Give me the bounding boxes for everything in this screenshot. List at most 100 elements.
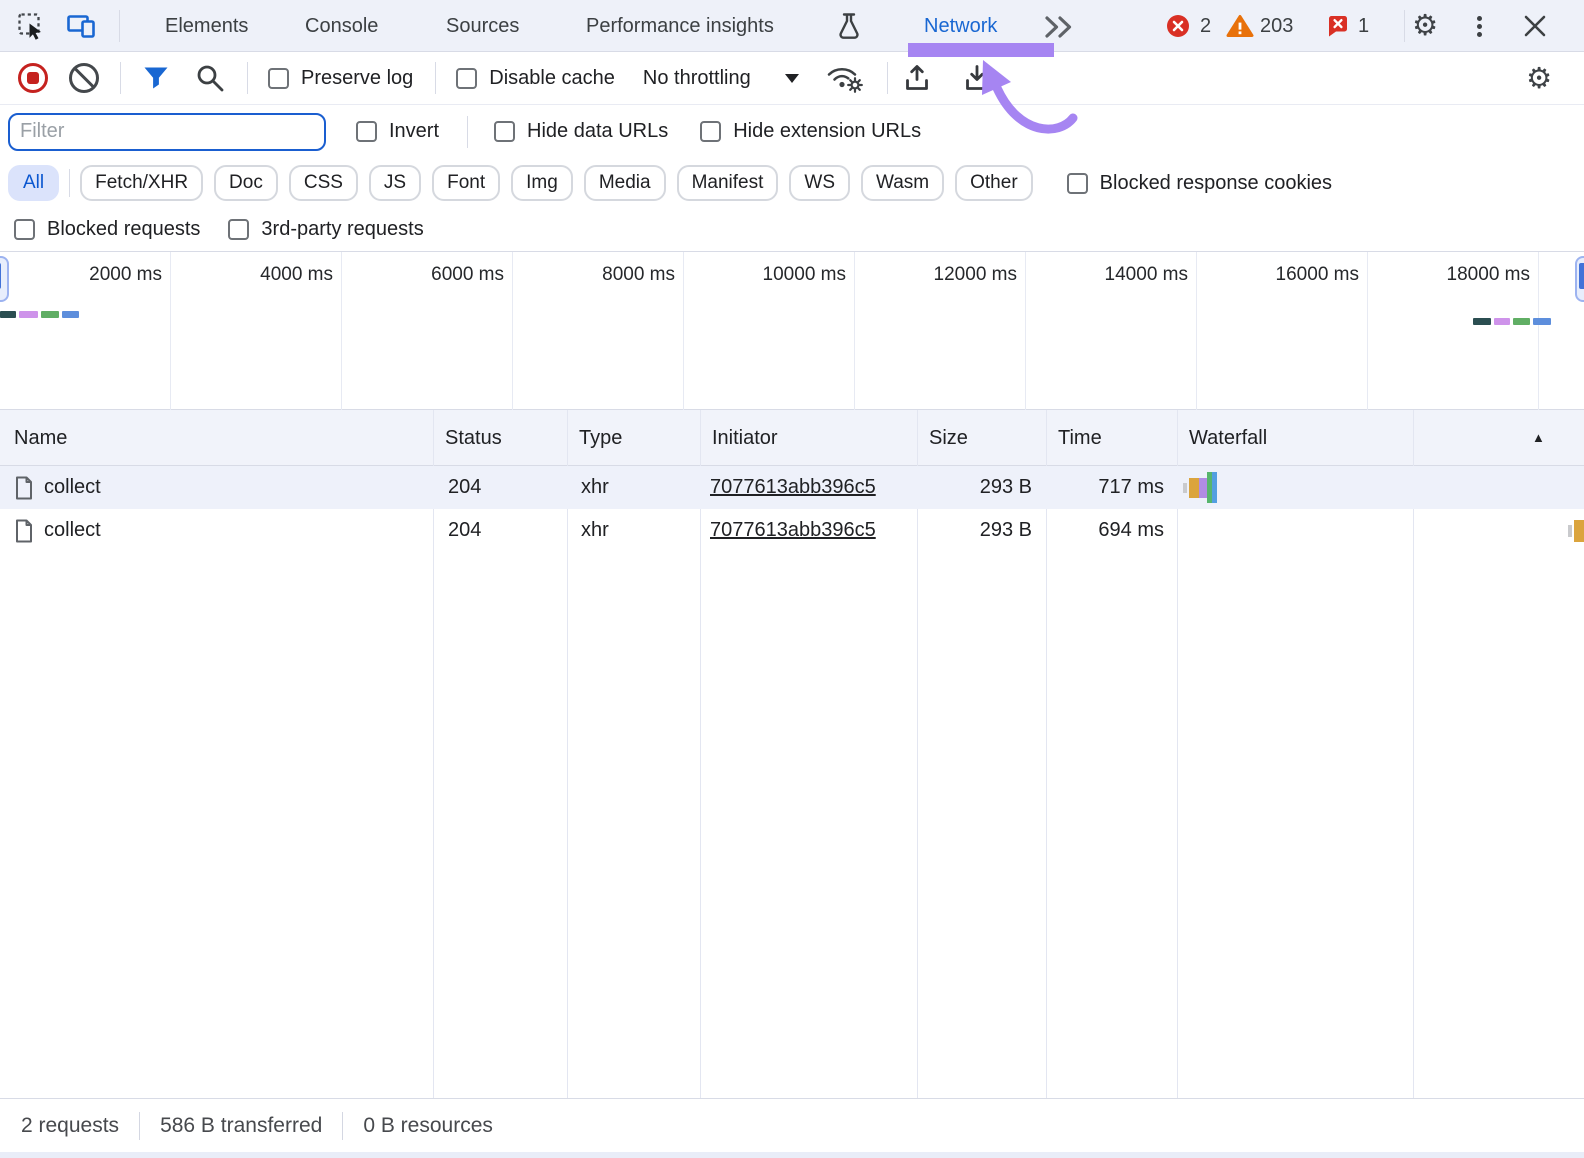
overview-bar [1494,318,1510,325]
grid-line [1196,252,1197,410]
invert-checkbox[interactable] [356,121,377,142]
blocked-requests-checkbox[interactable] [14,219,35,240]
filter-chip-font[interactable]: Font [432,165,501,201]
filter-chip-img[interactable]: Img [511,165,573,201]
request-name[interactable]: collect [44,509,101,552]
blocked-response-cookies-checkbox[interactable] [1066,172,1088,194]
grid-line [512,252,513,410]
filter-input[interactable] [8,112,326,151]
overview-bar [1473,318,1491,325]
devtools-window: Elements Console Sources Performance ins… [0,0,1584,1158]
request-name[interactable]: collect [44,466,101,509]
grid-line [170,252,171,410]
sort-ascending-icon[interactable]: ▲ [1532,410,1545,466]
waterfall-bar [1568,525,1572,537]
network-overview-timeline[interactable]: 2000 ms 4000 ms 6000 ms 8000 ms 10000 ms… [0,252,1584,410]
device-toolbar-icon[interactable] [66,11,98,41]
tab-sources[interactable]: Sources [446,0,519,52]
more-tabs-chevron-icon[interactable] [1043,14,1077,40]
close-icon[interactable] [1522,13,1548,39]
clear-network-log-icon[interactable] [69,63,99,93]
column-header-status[interactable]: Status [445,410,502,466]
search-icon[interactable] [195,63,225,93]
blocked-response-cookies-label: Blocked response cookies [1099,171,1333,194]
filter-chip-js[interactable]: JS [368,165,422,201]
error-badge-icon[interactable] [1166,14,1190,38]
warning-count[interactable]: 203 [1260,0,1293,52]
network-conditions-icon[interactable] [825,61,867,95]
timeline-tick-label: 18000 ms [1446,264,1530,285]
request-time: 694 ms [1098,519,1164,541]
overview-bar [0,311,16,318]
kebab-menu-icon[interactable] [1477,13,1482,40]
request-size: 293 B [979,519,1032,541]
overview-left-handle[interactable] [0,256,9,302]
filter-chip-other[interactable]: Other [955,165,1033,201]
divider [886,62,888,94]
column-header-type[interactable]: Type [579,410,622,466]
column-header-initiator[interactable]: Initiator [712,410,778,466]
column-header-name[interactable]: Name [14,410,67,466]
hide-extension-urls-label: Hide extension URLs [733,120,922,142]
timeline-tick-label: 8000 ms [602,264,675,285]
column-header-size[interactable]: Size [929,410,968,466]
request-initiator-link[interactable]: 7077613abb396c5 [710,466,876,509]
divider [139,1111,141,1140]
divider [120,62,121,94]
timeline-tick-label: 2000 ms [89,264,162,285]
network-settings-gear-icon[interactable]: ⚙ [1526,64,1552,93]
issues-badge-icon[interactable] [1326,14,1350,38]
overview-bar [19,311,38,318]
grid-line [1538,252,1539,410]
settings-gear-icon[interactable]: ⚙ [1412,11,1438,40]
filter-chip-ws[interactable]: WS [789,165,850,201]
timeline-tick-label: 4000 ms [260,264,333,285]
tab-elements[interactable]: Elements [165,0,248,52]
tab-console[interactable]: Console [305,0,378,52]
filter-chip-css[interactable]: CSS [288,165,358,201]
waterfall-bar [1183,483,1187,493]
request-row[interactable]: collect 204 xhr 7077613abb396c5 293 B 71… [0,466,1584,509]
warning-badge-icon[interactable] [1226,14,1254,39]
grid-line [683,252,684,410]
hide-extension-urls-checkbox[interactable] [700,121,722,142]
grid-line [1025,252,1026,410]
record-network-log-button[interactable] [18,63,48,93]
third-party-requests-checkbox[interactable] [228,219,250,240]
overview-right-handle[interactable] [1575,256,1584,302]
filter-chip-all[interactable]: All [8,165,60,201]
timeline-tick-label: 10000 ms [762,264,846,285]
disable-cache-checkbox[interactable] [456,67,478,89]
request-initiator-link[interactable]: 7077613abb396c5 [710,509,876,552]
import-har-upload-icon[interactable] [902,63,932,93]
filter-chip-fetch-xhr[interactable]: Fetch/XHR [80,165,204,201]
filter-chip-wasm[interactable]: Wasm [861,165,945,201]
blocked-requests-label: Blocked requests [47,218,201,240]
error-count[interactable]: 2 [1200,0,1211,52]
divider [69,169,71,197]
inspect-element-icon[interactable] [16,11,46,41]
timeline-tick-label: 12000 ms [933,264,1017,285]
tab-performance-insights[interactable]: Performance insights [586,0,774,52]
column-header-time[interactable]: Time [1058,410,1102,466]
issues-count[interactable]: 1 [1358,0,1369,52]
hide-data-urls-checkbox[interactable] [494,121,516,142]
filter-funnel-icon[interactable] [143,66,169,90]
filter-chip-doc[interactable]: Doc [214,165,278,201]
devtools-tabbar: Elements Console Sources Performance ins… [0,0,1584,52]
export-har-download-icon[interactable] [962,63,992,93]
filter-chip-manifest[interactable]: Manifest [676,165,779,201]
waterfall-bar [1189,478,1199,498]
waterfall-bar [1212,472,1217,503]
transferred-summary: 586 B transferred [160,1113,323,1137]
filter-chip-media[interactable]: Media [583,165,666,201]
preserve-log-checkbox[interactable] [268,67,289,89]
request-time: 717 ms [1098,476,1164,498]
request-row[interactable]: collect 204 xhr 7077613abb396c5 293 B 69… [0,509,1584,552]
throttling-caret-icon[interactable] [784,73,799,83]
column-header-waterfall[interactable]: Waterfall [1189,410,1267,466]
grid-line [854,252,855,410]
waterfall-bar [1574,520,1584,542]
network-summary-bar: 2 requests 586 B transferred 0 B resourc… [0,1098,1584,1152]
throttling-select-value[interactable]: No throttling [643,67,751,90]
